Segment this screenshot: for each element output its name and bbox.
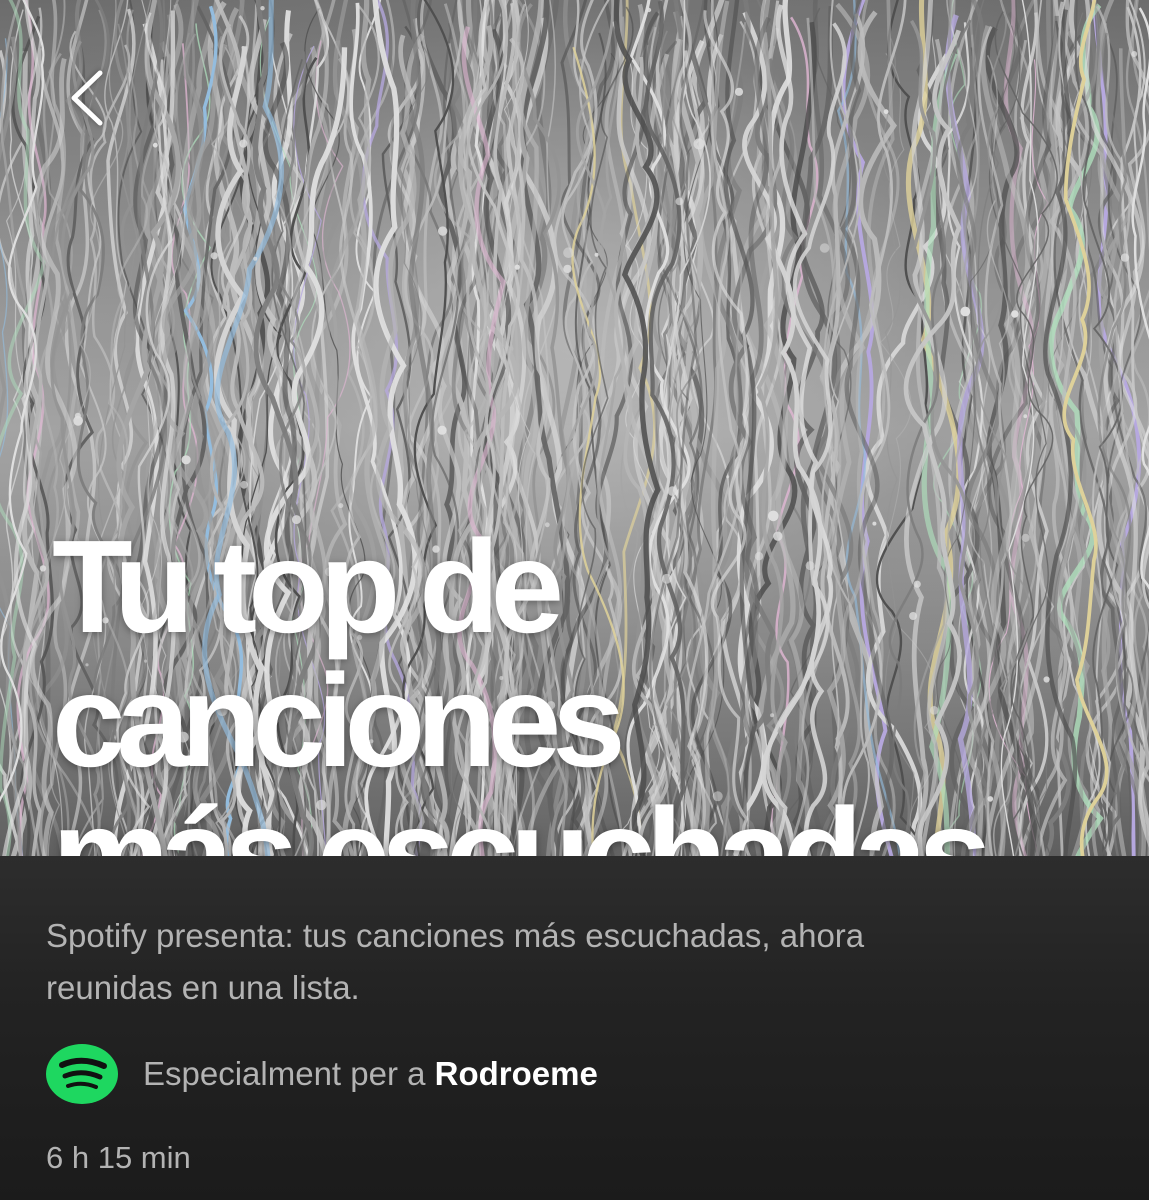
playlist-cover: Tu top de canciones más escuchadas (0, 0, 1149, 856)
playlist-title-line2: más escuchadas (52, 781, 992, 857)
playlist-title-line1: Tu top de canciones (52, 513, 626, 794)
back-button[interactable] (46, 58, 126, 138)
playlist-title: Tu top de canciones más escuchadas (52, 520, 1132, 857)
playlist-description: Spotify presenta: tus canciones más escu… (46, 910, 1046, 1014)
owner-label: Especialment per a Rodroeme (143, 1055, 598, 1093)
chevron-left-icon (71, 70, 103, 126)
spotify-logo-icon (46, 1044, 118, 1104)
description-line2: reunidas en una lista. (46, 969, 360, 1006)
playlist-duration: 6 h 15 min (46, 1140, 191, 1175)
owner-name-link[interactable]: Rodroeme (435, 1055, 598, 1092)
owner-prefix: Especialment per a (143, 1055, 426, 1092)
owner-row[interactable]: Especialment per a Rodroeme (46, 1044, 598, 1104)
description-line1: Spotify presenta: tus canciones más escu… (46, 917, 865, 954)
